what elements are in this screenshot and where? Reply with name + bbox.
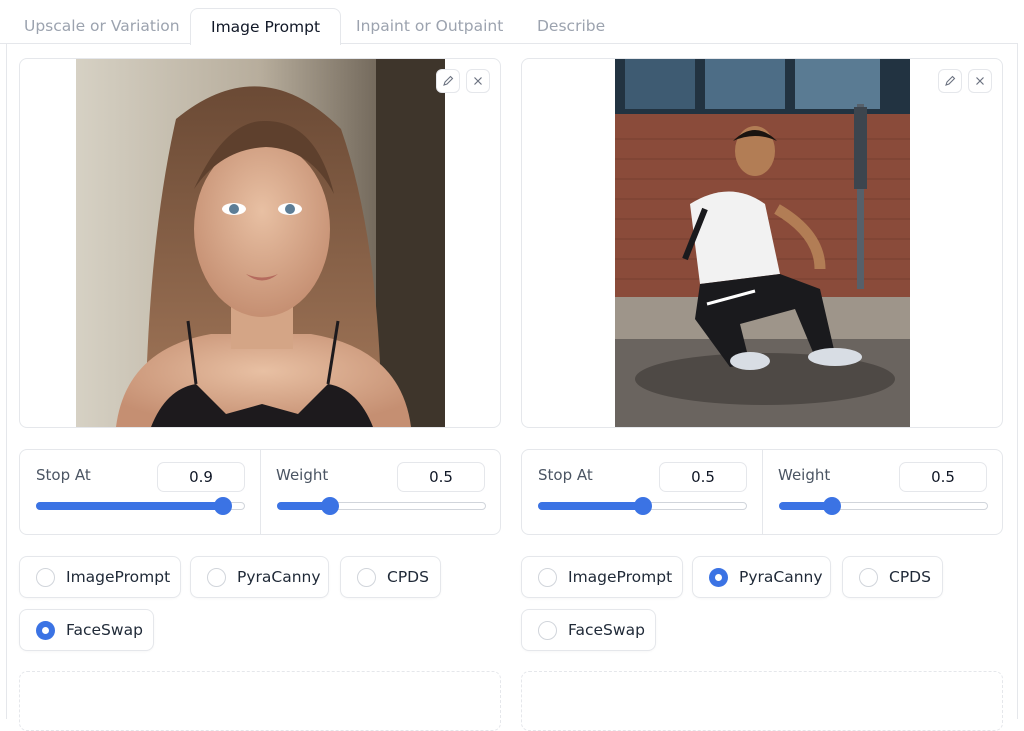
slider-divider <box>762 450 763 534</box>
stop-at-slider-thumb[interactable] <box>633 497 652 515</box>
option-cpds[interactable]: CPDS <box>340 556 441 598</box>
weight-number-input[interactable]: 0.5 <box>899 462 987 492</box>
image-drop-zone-3[interactable] <box>19 671 501 731</box>
option-label: ImagePrompt <box>66 568 171 586</box>
stop-at-label: Stop At <box>36 466 91 484</box>
option-label: PyraCanny <box>237 568 321 586</box>
image-input-2[interactable] <box>521 58 1003 428</box>
option-faceswap[interactable]: FaceSwap <box>19 609 154 651</box>
weight-slider-thumb[interactable] <box>822 497 841 515</box>
option-pyracanny[interactable]: PyraCanny <box>692 556 831 598</box>
option-label: CPDS <box>387 568 429 586</box>
radio-button[interactable] <box>538 620 557 640</box>
tab-upscale-or-variation[interactable]: Upscale or Variation <box>24 8 180 44</box>
close-icon <box>976 77 984 85</box>
weight-slider-thumb[interactable] <box>320 497 339 515</box>
close-icon <box>474 77 482 85</box>
image-drop-zone-4[interactable] <box>521 671 1003 731</box>
stop-at-number-input[interactable]: 0.9 <box>157 462 245 492</box>
slider-card-2: Stop At 0.5 Weight 0.5 <box>521 449 1003 535</box>
option-label: FaceSwap <box>568 621 645 639</box>
clear-image-button[interactable] <box>968 69 992 93</box>
weight-slider[interactable] <box>779 497 988 515</box>
clear-image-button[interactable] <box>466 69 490 93</box>
tab-inpaint-or-outpaint[interactable]: Inpaint or Outpaint <box>356 8 503 44</box>
weight-slider[interactable] <box>277 497 486 515</box>
option-label: CPDS <box>889 568 931 586</box>
tab-image-prompt[interactable]: Image Prompt <box>190 8 342 45</box>
tab-bar: Upscale or Variation Image Prompt Inpain… <box>0 0 1024 45</box>
stop-at-slider-fill <box>36 502 224 510</box>
option-faceswap[interactable]: FaceSwap <box>521 609 656 651</box>
stop-at-slider-fill <box>538 502 643 510</box>
radio-button[interactable] <box>207 567 226 587</box>
stop-at-slider-thumb[interactable] <box>214 497 233 515</box>
photo-man-sitting-on-curb <box>615 59 910 427</box>
option-imageprompt[interactable]: ImagePrompt <box>19 556 181 598</box>
radio-button[interactable] <box>36 567 55 587</box>
option-imageprompt[interactable]: ImagePrompt <box>521 556 683 598</box>
radio-button[interactable] <box>36 620 55 640</box>
weight-number-input[interactable]: 0.5 <box>397 462 485 492</box>
pencil-icon <box>945 75 956 86</box>
weight-label: Weight <box>778 466 831 484</box>
tab-describe[interactable]: Describe <box>537 8 605 44</box>
pencil-icon <box>443 75 454 86</box>
stop-at-number-input[interactable]: 0.5 <box>659 462 747 492</box>
image-input-1[interactable] <box>19 58 501 428</box>
option-pyracanny[interactable]: PyraCanny <box>190 556 329 598</box>
weight-label: Weight <box>276 466 329 484</box>
option-label: FaceSwap <box>66 621 143 639</box>
edit-image-button[interactable] <box>938 69 962 93</box>
radio-button[interactable] <box>859 567 878 587</box>
portrait-photo-woman <box>76 59 445 427</box>
stop-at-slider[interactable] <box>538 497 747 515</box>
slider-divider <box>260 450 261 534</box>
radio-button[interactable] <box>709 567 728 587</box>
option-label: PyraCanny <box>739 568 823 586</box>
radio-button[interactable] <box>357 567 376 587</box>
stop-at-slider[interactable] <box>36 497 245 515</box>
stop-at-label: Stop At <box>538 466 593 484</box>
option-cpds[interactable]: CPDS <box>842 556 943 598</box>
radio-button[interactable] <box>538 567 557 587</box>
edit-image-button[interactable] <box>436 69 460 93</box>
slider-card-1: Stop At 0.9 Weight 0.5 <box>19 449 501 535</box>
option-label: ImagePrompt <box>568 568 673 586</box>
